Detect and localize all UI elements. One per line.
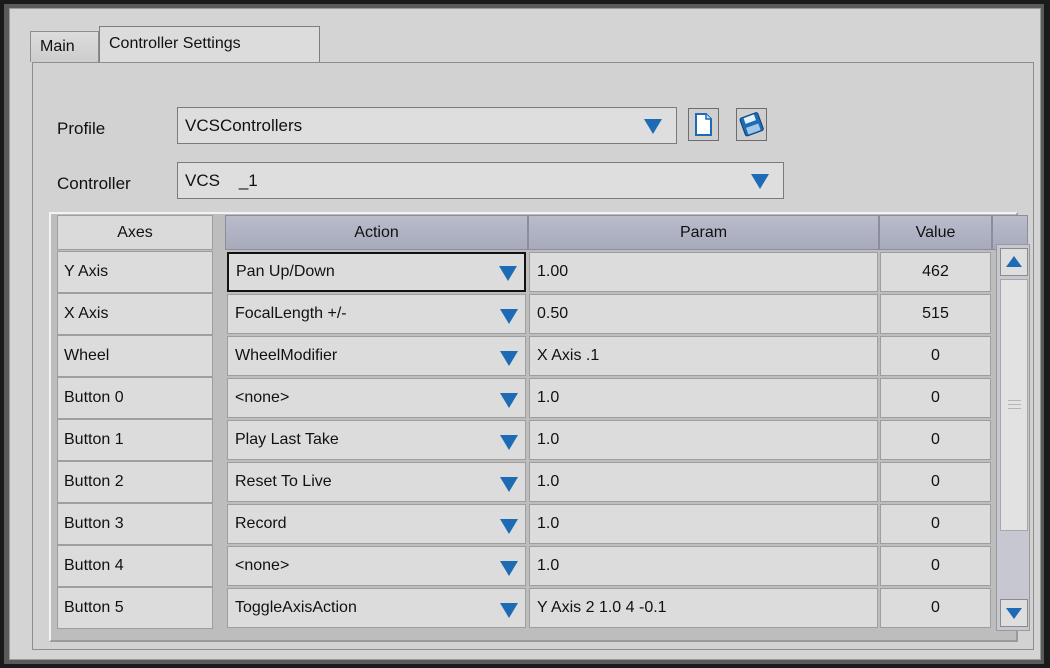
tab-controller-settings[interactable]: Controller Settings [99,26,320,63]
action-value: <none> [235,389,290,406]
value-header[interactable]: Value [879,215,992,250]
param-field[interactable]: 1.00 [529,252,878,292]
dropdown-arrow-icon [500,351,518,366]
dropdown-arrow-icon [499,266,517,281]
dropdown-arrow-icon [644,119,662,134]
scroll-up-button[interactable] [1000,248,1028,276]
window-frame: Main Controller Settings Profile VCSCont… [4,4,1044,664]
param-field[interactable]: 0.50 [529,294,878,334]
profile-dropdown[interactable]: VCSControllers [177,107,677,144]
action-dropdown[interactable]: ToggleAxisAction [227,588,526,628]
controller-settings-panel: Profile VCSControllers Controller VCS _1… [32,62,1034,650]
param-field[interactable]: 1.0 [529,378,878,418]
action-value: Record [235,515,287,532]
grip-line [1008,400,1021,401]
controller-dropdown[interactable]: VCS _1 [177,162,784,199]
action-dropdown[interactable]: <none> [227,546,526,586]
new-document-icon [695,113,712,136]
param-field[interactable]: 1.0 [529,462,878,502]
param-field[interactable]: 1.0 [529,546,878,586]
save-disk-icon [739,112,764,137]
scroll-thumb[interactable] [1000,279,1028,531]
axes-header: Axes [57,215,213,250]
action-dropdown[interactable]: WheelModifier [227,336,526,376]
profile-value: VCSControllers [185,116,303,135]
param-header[interactable]: Param [528,215,879,250]
controller-value: VCS _1 [185,171,258,190]
action-value: <none> [235,557,290,574]
axes-grid: Axes Action Param Value Y Axis Pan Up/Do… [49,212,1030,642]
arrow-up-icon [1006,256,1022,267]
axis-label: Y Axis [57,251,213,293]
value-cell: 0 [880,420,991,460]
value-cell: 462 [880,252,991,292]
axis-label: Wheel [57,335,213,377]
dropdown-arrow-icon [500,603,518,618]
action-value: Pan Up/Down [236,263,335,280]
dropdown-arrow-icon [500,309,518,324]
action-value: FocalLength +/- [235,305,347,322]
param-field[interactable]: Y Axis 2 1.0 4 -0.1 [529,588,878,628]
param-field[interactable]: 1.0 [529,420,878,460]
value-cell: 0 [880,588,991,628]
action-value: WheelModifier [235,347,338,364]
param-field[interactable]: X Axis .1 [529,336,878,376]
axis-label: Button 4 [57,545,213,587]
value-cell: 0 [880,504,991,544]
value-cell: 0 [880,462,991,502]
scroll-down-button[interactable] [1000,599,1028,627]
dropdown-arrow-icon [500,561,518,576]
dropdown-arrow-icon [500,477,518,492]
save-profile-button[interactable] [736,108,767,141]
action-value: Reset To Live [235,473,332,490]
grip-line [1008,408,1021,409]
value-cell: 0 [880,546,991,586]
controller-label: Controller [57,174,131,193]
param-field[interactable]: 1.0 [529,504,878,544]
dropdown-arrow-icon [751,174,769,189]
axis-label: Button 2 [57,461,213,503]
dropdown-arrow-icon [500,435,518,450]
action-dropdown[interactable]: Pan Up/Down [227,252,526,292]
action-dropdown[interactable]: FocalLength +/- [227,294,526,334]
action-dropdown[interactable]: Reset To Live [227,462,526,502]
action-dropdown[interactable]: Record [227,504,526,544]
arrow-down-icon [1006,608,1022,619]
dropdown-arrow-icon [500,393,518,408]
action-value: ToggleAxisAction [235,599,357,616]
value-cell: 0 [880,378,991,418]
tab-main[interactable]: Main [30,31,99,62]
axis-label: Button 5 [57,587,213,629]
new-profile-button[interactable] [688,108,719,141]
value-cell: 0 [880,336,991,376]
axis-label: X Axis [57,293,213,335]
axis-label: Button 3 [57,503,213,545]
grip-line [1008,404,1021,405]
action-header[interactable]: Action [225,215,528,250]
value-cell: 515 [880,294,991,334]
profile-label: Profile [57,119,106,138]
axis-label: Button 1 [57,419,213,461]
action-dropdown[interactable]: Play Last Take [227,420,526,460]
action-dropdown[interactable]: <none> [227,378,526,418]
dropdown-arrow-icon [500,519,518,534]
action-value: Play Last Take [235,431,339,448]
vertical-scrollbar[interactable] [996,244,1030,631]
settings-window: Main Controller Settings Profile VCSCont… [9,8,1041,660]
axis-label: Button 0 [57,377,213,419]
